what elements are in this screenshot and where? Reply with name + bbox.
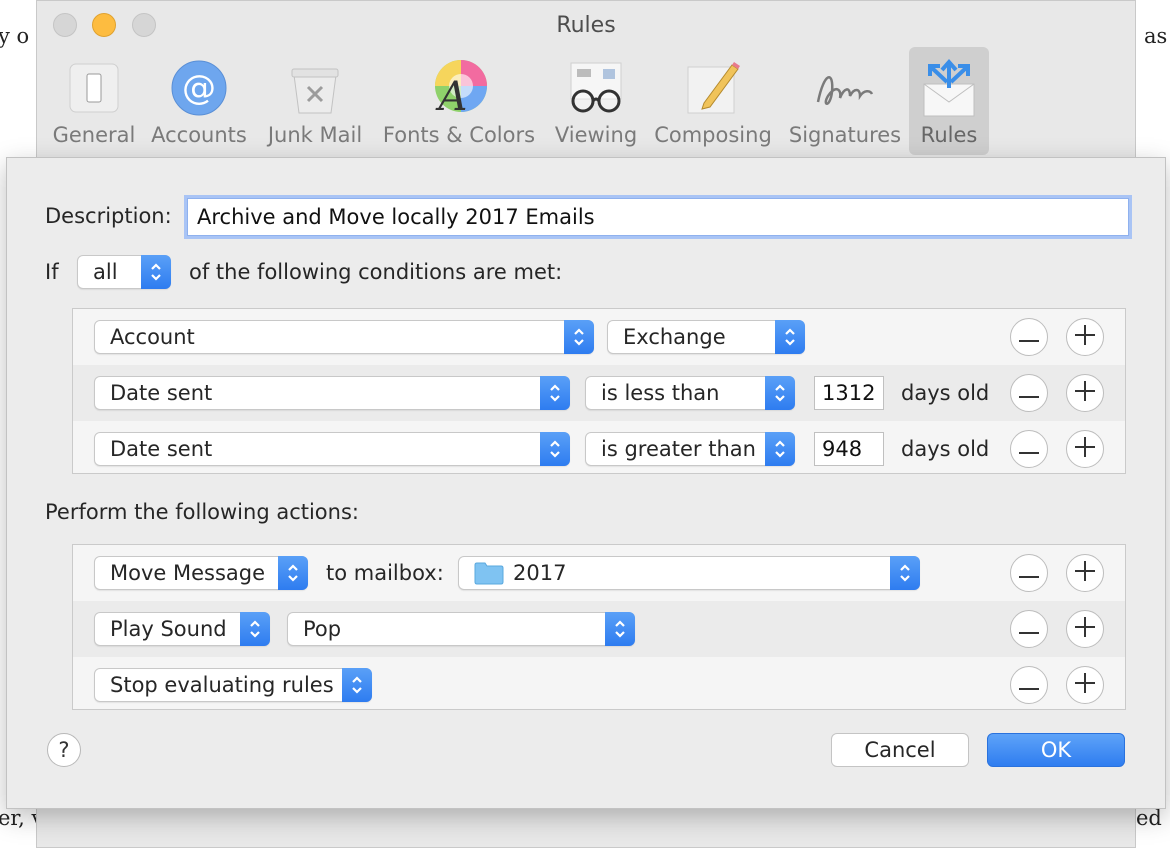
chevron-updown-icon <box>342 668 372 702</box>
plus-icon <box>1075 381 1095 405</box>
folder-icon <box>474 561 504 590</box>
help-button[interactable]: ? <box>47 733 81 767</box>
toolbar-item-rules[interactable]: Rules <box>909 47 989 155</box>
toolbar-item-junk-mail[interactable]: Junk Mail <box>263 47 367 155</box>
ok-button[interactable]: OK <box>987 733 1125 767</box>
rules-envelope-icon <box>918 57 980 119</box>
title-bar: Rules <box>37 1 1135 51</box>
background-text-bottom-right: ed <box>1136 806 1162 830</box>
days-value-input[interactable]: 948 <box>814 432 884 466</box>
chevron-updown-icon <box>765 432 795 466</box>
glasses-icon <box>565 57 627 119</box>
remove-condition-button[interactable] <box>1010 374 1048 412</box>
action-type-popup[interactable]: Move Message <box>94 556 308 590</box>
action-type-popup[interactable]: Stop evaluating rules <box>94 668 372 702</box>
if-label: If <box>45 260 59 284</box>
remove-action-button[interactable] <box>1010 610 1048 648</box>
chevron-updown-icon <box>540 376 570 410</box>
to-mailbox-label: to mailbox: <box>326 561 444 585</box>
sound-popup[interactable]: Pop <box>287 612 635 646</box>
minus-icon <box>1019 564 1039 583</box>
toolbar-item-composing[interactable]: Composing <box>651 47 775 155</box>
switch-icon <box>63 57 125 119</box>
plus-icon <box>1075 437 1095 461</box>
svg-text:@: @ <box>182 68 216 108</box>
description-label: Description: <box>45 204 172 228</box>
toolbar-item-fonts-colors[interactable]: A Fonts & Colors <box>381 47 537 155</box>
chevron-updown-icon <box>765 376 795 410</box>
window-title: Rules <box>556 13 616 38</box>
add-action-button[interactable] <box>1066 666 1104 704</box>
chevron-updown-icon <box>240 612 270 646</box>
match-selector-popup[interactable]: all <box>77 255 171 289</box>
chevron-updown-icon <box>890 556 920 590</box>
toolbar-item-signatures[interactable]: Signatures <box>785 47 905 155</box>
background-text-left: y o <box>0 24 30 48</box>
add-action-button[interactable] <box>1066 610 1104 648</box>
svg-text:A: A <box>435 74 468 118</box>
plus-icon <box>1075 561 1095 585</box>
chevron-updown-icon <box>775 320 805 354</box>
plus-icon <box>1075 673 1095 697</box>
minus-icon <box>1019 328 1039 347</box>
remove-condition-button[interactable] <box>1010 430 1048 468</box>
font-color-icon: A <box>428 57 490 119</box>
trash-bin-icon <box>284 57 346 119</box>
signature-icon <box>814 57 876 119</box>
condition-field-popup[interactable]: Date sent <box>94 376 570 410</box>
chevron-updown-icon <box>540 432 570 466</box>
condition-field-popup[interactable]: Date sent <box>94 432 570 466</box>
add-condition-button[interactable] <box>1066 318 1104 356</box>
minus-icon <box>1019 384 1039 403</box>
action-type-popup[interactable]: Play Sound <box>94 612 270 646</box>
remove-action-button[interactable] <box>1010 666 1048 704</box>
description-input[interactable]: Archive and Move locally 2017 Emails <box>187 198 1129 236</box>
toolbar-item-general[interactable]: General <box>51 47 137 155</box>
add-condition-button[interactable] <box>1066 430 1104 468</box>
chevron-updown-icon <box>564 320 594 354</box>
chevron-updown-icon <box>141 255 171 289</box>
days-old-label: days old <box>901 381 990 405</box>
toolbar-item-viewing[interactable]: Viewing <box>549 47 643 155</box>
minus-icon <box>1019 620 1039 639</box>
add-action-button[interactable] <box>1066 554 1104 592</box>
conditions-list: Account Exchange Date sent is less than … <box>72 308 1126 474</box>
chevron-updown-icon <box>605 612 635 646</box>
actions-label: Perform the following actions: <box>45 500 359 524</box>
days-value-input[interactable]: 1312 <box>814 376 884 410</box>
remove-condition-button[interactable] <box>1010 318 1048 356</box>
add-condition-button[interactable] <box>1066 374 1104 412</box>
cancel-button[interactable]: Cancel <box>831 733 969 767</box>
plus-icon <box>1075 325 1095 349</box>
at-sign-icon: @ <box>168 57 230 119</box>
days-old-label: days old <box>901 437 990 461</box>
preferences-toolbar: General @ Accounts Junk Mail A Fonts & C… <box>37 47 1135 157</box>
conditions-label: of the following conditions are met: <box>189 260 563 284</box>
minus-icon <box>1019 676 1039 695</box>
rule-editor-sheet: Description: Archive and Move locally 20… <box>6 157 1166 809</box>
condition-account-popup[interactable]: Exchange <box>607 320 805 354</box>
plus-icon <box>1075 617 1095 641</box>
condition-operator-popup[interactable]: is less than <box>585 376 795 410</box>
minus-icon <box>1019 440 1039 459</box>
toolbar-item-accounts[interactable]: @ Accounts <box>149 47 249 155</box>
chevron-updown-icon <box>278 556 308 590</box>
condition-field-popup[interactable]: Account <box>94 320 594 354</box>
remove-action-button[interactable] <box>1010 554 1048 592</box>
pencil-note-icon <box>682 57 744 119</box>
condition-operator-popup[interactable]: is greater than <box>585 432 795 466</box>
actions-list: Move Message to mailbox: 2017 Play Sound… <box>72 544 1126 710</box>
mailbox-popup[interactable]: 2017 <box>458 556 920 590</box>
